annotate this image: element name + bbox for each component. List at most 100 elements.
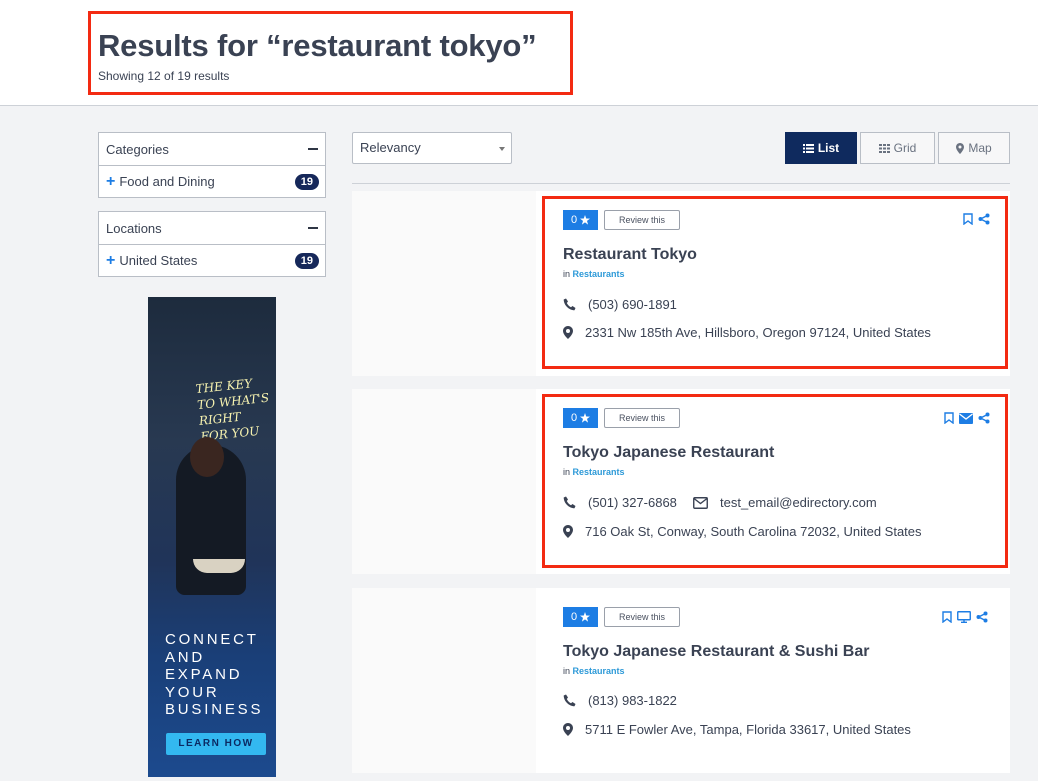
listing-image-placeholder (352, 191, 536, 376)
grid-icon (878, 143, 890, 153)
share-icon[interactable] (978, 412, 990, 424)
grid-view-button[interactable]: Grid (860, 132, 935, 164)
listing-email[interactable]: test_email@edirectory.com (693, 495, 877, 510)
rating-badge[interactable]: 0 (563, 408, 598, 428)
ad-headline: CONNECT AND EXPAND YOUR BUSINESS (165, 631, 263, 719)
category-link[interactable]: Restaurants (573, 269, 625, 279)
listing-address: 2331 Nw 185th Ave, Hillsboro, Oregon 971… (563, 325, 931, 340)
count-badge: 19 (294, 252, 319, 269)
bookmark-icon[interactable] (944, 412, 954, 424)
category-item-label: Food and Dining (119, 174, 215, 189)
results-count: Showing 12 of 19 results (98, 69, 230, 83)
ad-headline-line: CONNECT (165, 631, 259, 648)
map-marker-icon (563, 525, 573, 538)
phone-icon (563, 694, 576, 707)
rating-value: 0 (570, 412, 578, 424)
star-icon (580, 413, 591, 423)
ad-banner[interactable]: THE KEY TO WHAT'S RIGHT FOR YOU CONNECT … (148, 297, 276, 777)
listing-card[interactable] (352, 588, 1010, 773)
map-view-label: Map (968, 141, 992, 155)
map-view-button[interactable]: Map (938, 132, 1010, 164)
listing-title[interactable]: Tokyo Japanese Restaurant (563, 444, 774, 462)
listing-phone[interactable]: (813) 983-1822 (563, 693, 677, 708)
sort-select-value: Relevancy (360, 140, 421, 155)
listing-title[interactable]: Restaurant Tokyo (563, 246, 697, 264)
phone-number: (813) 983-1822 (588, 693, 677, 708)
category-item-food-and-dining[interactable]: + Food and Dining 19 (99, 166, 325, 197)
listing-actions (963, 213, 990, 225)
ad-photo-bowl (193, 559, 245, 573)
bookmark-icon[interactable] (963, 213, 973, 225)
ad-neon-sign: THE KEY TO WHAT'S RIGHT FOR YOU (195, 373, 276, 445)
listing-category: in Restaurants (563, 666, 625, 676)
categories-filter: Categories + Food and Dining 19 (98, 132, 326, 198)
location-item-united-states[interactable]: + United States 19 (99, 245, 325, 276)
envelope-outline-icon (693, 496, 708, 509)
collapse-icon[interactable] (308, 227, 318, 229)
star-icon (580, 215, 591, 225)
results-header: Results for “restaurant tokyo” Showing 1… (0, 0, 1038, 106)
phone-icon (563, 298, 576, 311)
locations-filter: Locations + United States 19 (98, 211, 326, 277)
phone-number: (503) 690-1891 (588, 297, 677, 312)
listing-title[interactable]: Tokyo Japanese Restaurant & Sushi Bar (563, 643, 869, 661)
list-icon (802, 143, 814, 153)
map-marker-icon (563, 723, 573, 736)
category-link[interactable]: Restaurants (573, 666, 625, 676)
plus-icon: + (106, 251, 116, 269)
map-marker-icon (956, 142, 965, 154)
ad-headline-line: YOUR (165, 683, 220, 701)
plus-icon: + (106, 172, 116, 190)
list-view-label: List (817, 141, 840, 155)
envelope-icon[interactable] (959, 412, 973, 424)
review-this-button[interactable]: Review this (604, 210, 680, 230)
grid-view-label: Grid (893, 141, 917, 155)
address-text: 716 Oak St, Conway, South Carolina 72032… (585, 524, 922, 539)
ad-photo-head (190, 437, 224, 477)
rating-badge[interactable]: 0 (563, 210, 598, 230)
email-address: test_email@edirectory.com (720, 495, 877, 510)
listing-category-prefix: in (563, 269, 571, 279)
listing-phone[interactable]: (501) 327-6868 (563, 495, 677, 510)
count-badge: 19 (294, 173, 319, 190)
collapse-icon[interactable] (308, 148, 318, 150)
listing-category: in Restaurants (563, 269, 625, 279)
address-text: 5711 E Fowler Ave, Tampa, Florida 33617,… (585, 722, 911, 737)
listing-address: 5711 E Fowler Ave, Tampa, Florida 33617,… (563, 722, 911, 737)
review-this-button[interactable]: Review this (604, 607, 680, 627)
ad-headline-line: EXPAND (165, 666, 243, 683)
address-text: 2331 Nw 185th Ave, Hillsboro, Oregon 971… (585, 325, 931, 340)
share-icon[interactable] (978, 213, 990, 225)
listing-actions (942, 611, 988, 623)
locations-filter-header[interactable]: Locations (99, 212, 325, 245)
ad-headline-line: AND (165, 648, 206, 666)
listing-actions (944, 412, 990, 424)
share-icon[interactable] (976, 611, 988, 623)
listing-image-placeholder (352, 588, 536, 773)
map-marker-icon (563, 326, 573, 339)
location-item-label: United States (119, 253, 198, 268)
toolbar-divider (352, 183, 1010, 184)
phone-icon (563, 496, 576, 509)
listing-image-placeholder (352, 389, 536, 574)
bookmark-icon[interactable] (942, 611, 952, 623)
page-title: Results for “restaurant tokyo” (98, 28, 537, 63)
desktop-icon[interactable] (957, 611, 971, 623)
ad-learn-how-button[interactable]: LEARN HOW (166, 733, 266, 755)
listing-address: 716 Oak St, Conway, South Carolina 72032… (563, 524, 922, 539)
rating-badge[interactable]: 0 (563, 607, 598, 627)
review-this-button[interactable]: Review this (604, 408, 680, 428)
category-link[interactable]: Restaurants (573, 467, 625, 477)
phone-number: (501) 327-6868 (588, 495, 677, 510)
categories-filter-heading: Categories (106, 141, 169, 157)
locations-filter-heading: Locations (106, 220, 162, 236)
rating-value: 0 (570, 611, 578, 623)
rating-value: 0 (570, 214, 578, 226)
list-view-button[interactable]: List (785, 132, 857, 164)
star-icon (580, 612, 591, 622)
sort-select[interactable]: Relevancy (352, 132, 512, 164)
listing-category-prefix: in (563, 666, 571, 676)
listing-phone[interactable]: (503) 690-1891 (563, 297, 677, 312)
categories-filter-header[interactable]: Categories (99, 133, 325, 166)
listing-category: in Restaurants (563, 467, 625, 477)
